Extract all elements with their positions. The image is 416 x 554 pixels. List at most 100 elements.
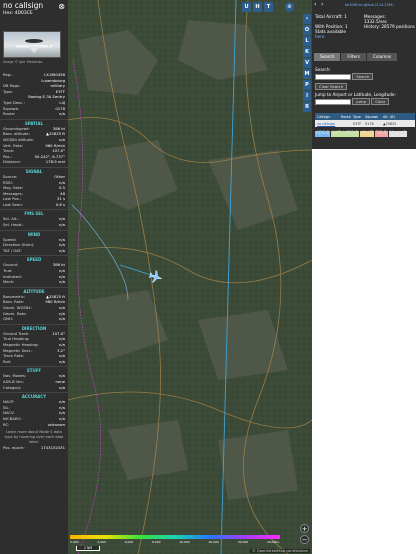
jump-button[interactable]: Jump (352, 98, 370, 105)
map-canvas[interactable] (68, 0, 312, 554)
info-label: Sel. Head.: (3, 222, 24, 228)
app-root: no callsign Hex: 4D03CE ⊗ Image © Igor M… (0, 0, 416, 554)
col-type[interactable]: Type (351, 115, 363, 119)
info-row: Mach: n/a (0, 279, 68, 285)
unit-toggle-button[interactable]: U (242, 2, 251, 12)
info-row: Route: n/a (0, 111, 68, 117)
info-row: Category: n/a (0, 385, 68, 391)
info-value: n/a (58, 384, 65, 390)
side-button-v[interactable]: V (303, 58, 311, 68)
section-title-altitude: ALTITUDE (0, 286, 68, 294)
legend-label: 4,000 (97, 540, 106, 544)
aircraft-list-panel: ‹ › tar1090 on github (3.14.1709) Total … (312, 0, 416, 554)
info-label: QNH: (3, 316, 13, 322)
history-toggle-button[interactable]: H (253, 2, 262, 12)
info-value: n/a (58, 247, 65, 253)
stats-block: Total Aircraft: 1 Messages: 1332.5/sec W… (315, 14, 415, 39)
close-icon[interactable]: ⊗ (58, 2, 65, 11)
section-title-accuracy: ACCURACY (0, 392, 68, 399)
info-row: Last Seen: 0.6 s (0, 202, 68, 208)
row-callsign[interactable]: no callsign (315, 122, 339, 126)
settings-gear-icon[interactable]: ⚙ (285, 2, 294, 12)
side-button-o[interactable]: O (303, 25, 311, 35)
expand-arrow-icon[interactable]: ‹ (314, 1, 316, 8)
side-button-l[interactable]: L (303, 36, 311, 46)
search-input[interactable] (315, 73, 351, 80)
info-row: TAT / OAT: n/a (0, 248, 68, 254)
info-label: Reg.: (3, 72, 13, 77)
aircraft-photo[interactable] (3, 31, 61, 58)
row-altitude: ▲25825 (383, 121, 397, 126)
pos-epoch-label: Pos. epoch: (3, 445, 25, 451)
info-label: Mach: (3, 279, 15, 285)
hex-code: Hex: 4D03CE (3, 11, 33, 16)
info-label: Category: (3, 384, 22, 390)
aircraft-info-panel: no callsign Hex: 4D03CE ⊗ Image © Igor M… (0, 0, 68, 554)
aircraft-table-header: Callsign Route Type Squawk Alt. (ft) (315, 113, 415, 120)
info-value: n/a (58, 222, 65, 228)
row-type: E3TF (353, 121, 362, 126)
info-label: TAT / OAT: (3, 247, 22, 253)
side-button-p[interactable]: P (303, 80, 311, 90)
search-label: Search: (315, 67, 331, 72)
legend-label: 6,000 (124, 540, 134, 544)
learn-more-note: Learn more about Mode S data type by hov… (4, 430, 64, 445)
source-uat: UAT / ADS-R (331, 131, 360, 137)
collapse-arrow-icon[interactable]: › (321, 1, 323, 8)
map-view[interactable]: U H T ⚙ ‹ O L K V M P I R + − 2,000 4,00… (68, 0, 312, 554)
stats-link[interactable]: here (315, 34, 364, 39)
panel-tabs: Search Filters Columns (314, 53, 398, 61)
info-header: no callsign Hex: 4D03CE ⊗ (0, 0, 68, 32)
info-label: Roll: (3, 358, 12, 364)
history-value: 28579 positions (381, 24, 415, 29)
side-button-k[interactable]: K (303, 47, 311, 57)
track-toggle-button[interactable]: T (264, 2, 273, 12)
col-altitude[interactable]: Alt. (ft) (381, 115, 411, 119)
info-label: Distance: (3, 159, 21, 165)
clear-jump-button[interactable]: Clear (371, 98, 390, 105)
side-button-r[interactable]: R (303, 102, 311, 112)
legend-label: 8,000 (151, 540, 161, 544)
history-label: History: (364, 24, 381, 29)
info-rows: Reg.: LX-N90456 Luxembourg DB flags: militar… (0, 72, 68, 451)
info-row: Roll: n/a (0, 359, 68, 365)
settings-group: ⚙ (285, 2, 294, 12)
collapse-icon[interactable]: ‹ (303, 14, 311, 24)
info-label: Route: (3, 111, 16, 117)
map-attribution[interactable]: © OpenStreetMap contributors (250, 549, 310, 553)
side-button-i[interactable]: I (303, 91, 311, 101)
tab-search[interactable]: Search (314, 53, 341, 61)
info-value: 0.6 s (55, 201, 65, 207)
col-route[interactable]: Route (339, 115, 351, 119)
section-title-stuff: STUFF (0, 366, 68, 373)
tab-filters[interactable]: Filters (341, 53, 366, 61)
zoom-controls: + − (300, 524, 309, 544)
row-squawk: 0176 (365, 121, 374, 126)
col-callsign[interactable]: Callsign (315, 115, 339, 119)
source-tisb: TIS-B (374, 131, 388, 137)
clear-search-button[interactable]: Clear Search (315, 83, 348, 90)
search-button[interactable]: Search (352, 73, 374, 80)
info-value: n/a (58, 358, 65, 364)
source-legend: ADS-B UAT / ADS-R MLAT TIS-B Mode-S (315, 131, 415, 137)
photo-credit: Image © Igor Metalista (3, 60, 43, 64)
source-adsb: ADS-B (315, 131, 331, 137)
info-value: n/a (58, 279, 65, 285)
info-row: Distance: 178.9 nmi (0, 159, 68, 165)
jump-input[interactable] (315, 98, 351, 105)
col-squawk[interactable]: Squawk (363, 115, 381, 119)
layer-buttons: U H T (242, 2, 273, 12)
legend-label: 20,000 (208, 540, 219, 544)
section-title-signal: SIGNAL (0, 166, 68, 174)
github-link[interactable]: tar1090 on github (3.14.1709) (345, 3, 394, 7)
legend-label: 30,000 (237, 540, 249, 544)
tab-columns[interactable]: Columns (366, 53, 398, 61)
zoom-out-button[interactable]: − (300, 535, 309, 544)
table-row[interactable]: no callsign E3TF 0176 ▲25825 (315, 120, 415, 127)
section-title-direction: DIRECTION (0, 323, 68, 331)
pos-epoch-row: Pos. epoch: 1743152431 (0, 445, 68, 451)
side-button-m[interactable]: M (303, 69, 311, 79)
aircraft-silhouette-icon (16, 39, 52, 53)
zoom-in-button[interactable]: + (300, 524, 309, 533)
info-label: RC: (3, 421, 10, 427)
